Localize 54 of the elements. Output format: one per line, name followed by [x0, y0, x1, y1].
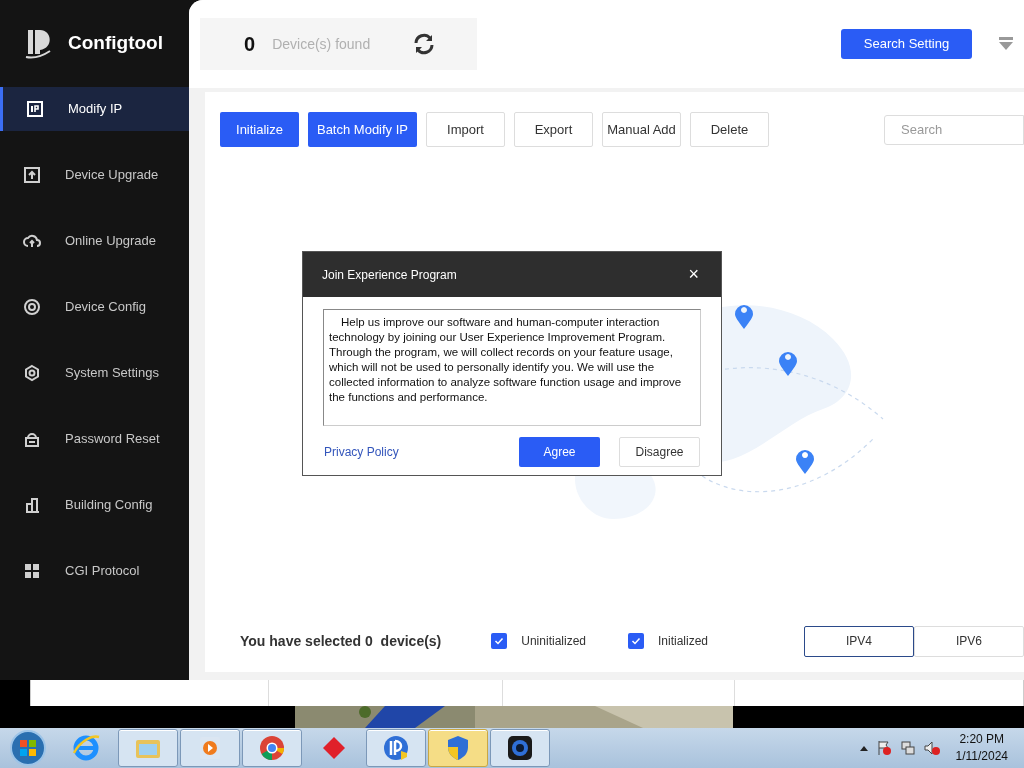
search-setting-button[interactable]: Search Setting	[841, 29, 972, 59]
toolbar-button[interactable]: Delete	[690, 112, 769, 147]
filter-icon[interactable]	[998, 37, 1014, 51]
sidebar-item[interactable]: Online Upgrade	[0, 219, 189, 263]
sidebar-item[interactable]: Building Config	[0, 483, 189, 527]
device-count: 0	[244, 32, 256, 57]
sidebar-item[interactable]: Modify IP	[0, 87, 189, 131]
tray-arrow-icon[interactable]	[859, 745, 868, 751]
cloud-upload-icon	[23, 232, 41, 250]
close-button[interactable]: ×	[688, 261, 699, 288]
disagree-button[interactable]: Disagree	[619, 437, 700, 467]
privacy-policy-link[interactable]: Privacy Policy	[324, 443, 399, 461]
sidebar-item[interactable]: System Settings	[0, 351, 189, 395]
sidebar-item[interactable]: Device Config	[0, 285, 189, 329]
checkbox-label: Initialized	[658, 633, 708, 650]
selection-summary: You have selected 0 device(s)	[240, 631, 442, 651]
chrome-icon[interactable]	[257, 733, 287, 763]
dialog-title: Join Experience Program	[322, 266, 457, 284]
upload-icon	[23, 166, 41, 184]
muted-speaker-icon[interactable]	[923, 740, 940, 756]
check-icon	[494, 636, 505, 646]
checkbox-label: Uninitialized	[521, 633, 586, 650]
browser-icon[interactable]	[71, 733, 101, 763]
device-count-label: Device(s) found	[272, 34, 371, 54]
taskbar-button[interactable]	[490, 729, 550, 767]
toolbar-button[interactable]: Manual Add	[602, 112, 681, 147]
network-icon[interactable]	[899, 740, 916, 756]
camera-icon[interactable]	[505, 733, 535, 763]
ip-version-tab[interactable]: IPV4	[804, 625, 914, 657]
toolbar-button[interactable]: Initialize	[220, 112, 299, 147]
target-icon	[23, 298, 41, 316]
checkbox[interactable]	[491, 633, 508, 649]
ip-version-tab[interactable]: IPV6	[914, 625, 1024, 657]
toolbar-button[interactable]: Batch Modify IP	[308, 112, 417, 147]
start-icon[interactable]	[9, 729, 47, 767]
agree-button[interactable]: Agree	[519, 437, 600, 467]
search-field[interactable]: Search	[884, 114, 1024, 145]
toolbar-button[interactable]: Export	[514, 112, 593, 147]
checkbox[interactable]	[628, 633, 644, 649]
agreement-text: Help us improve our software and human-computer interaction technology by joining our User Experience Improvement Program. Through the program, we will collect records on your feature usage, which will not be used to personally identify you. We will use the collected information to analyze software function usage and improve the functions and performance.	[329, 315, 683, 405]
building-icon	[23, 496, 41, 514]
hexagon-icon	[23, 364, 41, 382]
lock-icon	[23, 430, 41, 448]
ip-icon	[26, 100, 44, 118]
toolbar-button[interactable]: Import	[426, 112, 505, 147]
check-icon	[631, 636, 641, 646]
sidebar-item[interactable]: Device Upgrade	[0, 153, 189, 197]
sidebar-item[interactable]: Password Reset	[0, 417, 189, 461]
sidebar-item[interactable]: CGI Protocol	[0, 549, 189, 593]
flag-icon[interactable]	[875, 740, 892, 756]
grid-icon	[23, 562, 41, 580]
app-name: Configtool	[68, 31, 163, 56]
clock[interactable]: 2:20 PM 1/11/2024	[955, 731, 1008, 765]
app-logo-icon[interactable]	[381, 733, 411, 763]
